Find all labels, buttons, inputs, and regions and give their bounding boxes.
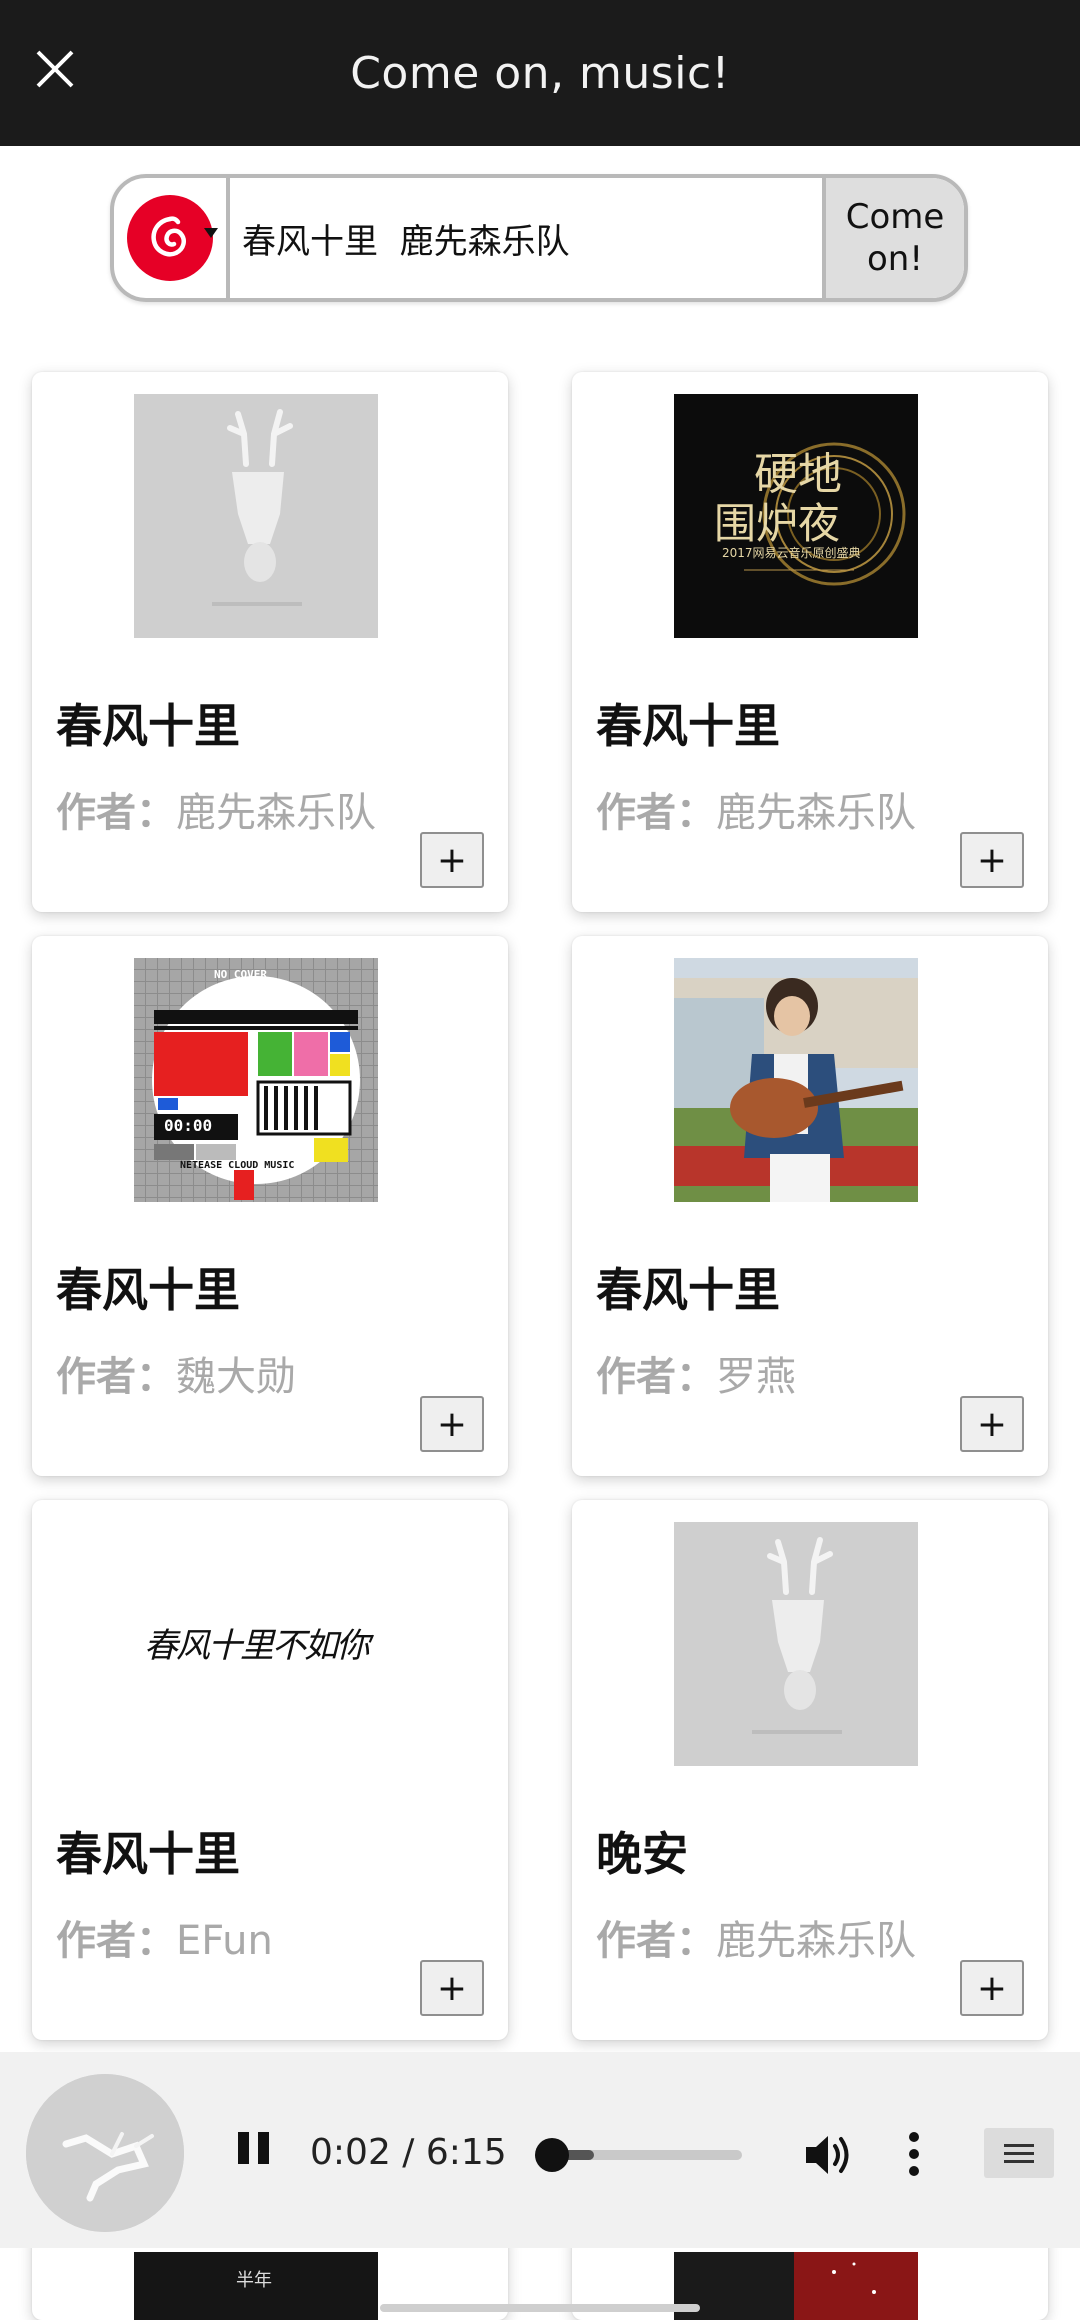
cover-label: NETEASE CLOUD MUSIC xyxy=(180,1160,295,1171)
song-title: 春风十里 xyxy=(56,699,240,753)
author-name: 鹿先森乐队 xyxy=(716,790,916,836)
album-cover: 春风十里不如你 xyxy=(134,1522,378,1766)
seek-handle[interactable] xyxy=(535,2138,570,2172)
duration: 6:15 xyxy=(425,2132,507,2173)
add-to-playlist-button[interactable]: + xyxy=(420,1960,484,2016)
song-card[interactable]: 春风十里不如你 春风十里 作者：EFun + xyxy=(32,1500,508,2040)
album-cover xyxy=(674,2252,918,2320)
time-separator: / xyxy=(390,2132,426,2173)
song-author: 作者：罗燕 xyxy=(596,1344,796,1402)
cover-title: 半年 xyxy=(236,2270,272,2291)
red-dark-cover xyxy=(674,2252,876,2320)
guitarist-photo-cover xyxy=(674,958,918,1202)
pause-icon xyxy=(258,2132,269,2164)
author-label: 作者： xyxy=(596,1354,716,1400)
author-name: 鹿先森乐队 xyxy=(176,790,376,836)
pause-icon xyxy=(238,2132,249,2164)
song-grid: 春风十里 作者：鹿先森乐队 + 硬地 围炉夜 2017网易云音乐原创盛典 春风十… xyxy=(0,0,1080,2320)
author-name: 罗燕 xyxy=(716,1354,796,1400)
song-card[interactable]: 晚安 作者：鹿先森乐队 + xyxy=(572,1500,1048,2040)
now-playing-cover xyxy=(26,2074,184,2232)
song-card[interactable]: 春风十里 作者：罗燕 + xyxy=(572,936,1048,1476)
cover-subtitle: 2017网易云音乐原创盛典 xyxy=(722,546,861,560)
add-to-playlist-button[interactable]: + xyxy=(420,832,484,888)
add-to-playlist-button[interactable]: + xyxy=(420,1396,484,1452)
cover-label: NO COVER xyxy=(214,968,267,981)
album-cover xyxy=(134,394,378,638)
song-card[interactable]: 硬地 围炉夜 2017网易云音乐原创盛典 春风十里 作者：鹿先森乐队 + xyxy=(572,372,1048,912)
album-cover xyxy=(674,1522,918,1766)
album-cover: 半年 xyxy=(134,2252,378,2320)
song-author: 作者：魏大勋 xyxy=(56,1344,296,1402)
playlist-menu-button[interactable] xyxy=(984,2128,1054,2178)
add-to-playlist-button[interactable]: + xyxy=(960,1960,1024,2016)
pause-button[interactable] xyxy=(234,2132,274,2176)
song-title: 晚安 xyxy=(596,1827,688,1881)
volume-button[interactable] xyxy=(804,2132,854,2178)
deer-head-thumbnail xyxy=(26,2074,184,2232)
home-indicator xyxy=(380,2304,700,2312)
playback-time: 0:02 / 6:15 xyxy=(310,2132,507,2173)
deer-head-cover xyxy=(134,394,378,638)
deer-head-cover xyxy=(674,1522,918,1766)
song-card[interactable]: NO COVER 00:00 NETEASE CLOUD MUSIC 春风十里 … xyxy=(32,936,508,1476)
song-title: 春风十里 xyxy=(56,1827,240,1881)
more-options-button[interactable] xyxy=(902,2130,926,2178)
song-author: 作者：鹿先森乐队 xyxy=(596,1908,916,1966)
current-time: 0:02 xyxy=(310,2132,391,2173)
author-label: 作者： xyxy=(56,790,176,836)
more-vertical-icon xyxy=(909,2149,919,2159)
more-vertical-icon xyxy=(909,2132,919,2142)
menu-icon xyxy=(1004,2152,1034,2155)
cover-label: 00:00 xyxy=(164,1116,213,1135)
song-author: 作者：鹿先森乐队 xyxy=(56,780,376,838)
audio-player: 0:02 / 6:15 xyxy=(0,2052,1080,2248)
author-name: 鹿先森乐队 xyxy=(716,1918,916,1964)
album-cover xyxy=(674,958,918,1202)
add-to-playlist-button[interactable]: + xyxy=(960,832,1024,888)
more-vertical-icon xyxy=(909,2166,919,2176)
volume-icon xyxy=(806,2136,849,2174)
cover-handwriting: 春风十里不如你 xyxy=(144,1626,370,1666)
song-title: 春风十里 xyxy=(596,699,780,753)
author-label: 作者： xyxy=(56,1918,176,1964)
add-to-playlist-button[interactable]: + xyxy=(960,1396,1024,1452)
author-label: 作者： xyxy=(56,1354,176,1400)
author-label: 作者： xyxy=(596,790,716,836)
song-author: 作者：EFun xyxy=(56,1908,273,1966)
menu-icon xyxy=(1004,2144,1034,2147)
seek-slider[interactable] xyxy=(535,2138,742,2172)
album-cover: 硬地 围炉夜 2017网易云音乐原创盛典 xyxy=(674,394,918,638)
song-title: 春风十里 xyxy=(596,1263,780,1317)
song-card[interactable]: 春风十里 作者：鹿先森乐队 + xyxy=(32,372,508,912)
song-author: 作者：鹿先森乐队 xyxy=(596,780,916,838)
author-name: 魏大勋 xyxy=(176,1354,296,1400)
author-label: 作者： xyxy=(596,1918,716,1964)
album-cover: NO COVER 00:00 NETEASE CLOUD MUSIC xyxy=(134,958,378,1202)
author-name: EFun xyxy=(176,1918,273,1964)
menu-icon xyxy=(1004,2160,1034,2163)
cover-title-line: 围炉夜 xyxy=(714,499,841,548)
song-title: 春风十里 xyxy=(56,1263,240,1317)
